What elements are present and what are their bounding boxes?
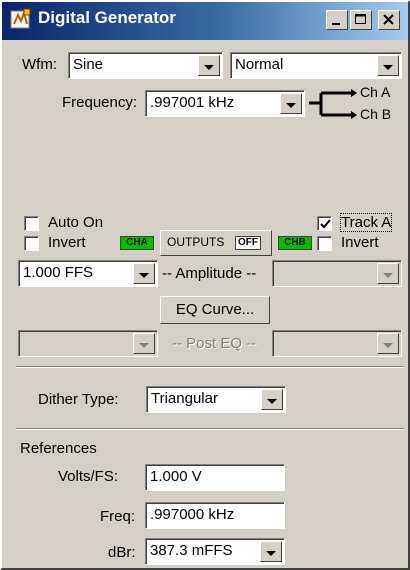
separator-1-highlight <box>16 367 404 368</box>
dither-type-value: Triangular <box>151 390 218 407</box>
dither-type-select[interactable]: Triangular <box>146 386 286 413</box>
dither-dropdown-button[interactable] <box>261 389 283 410</box>
amplitude-field[interactable]: 1.000 FFS <box>18 260 158 287</box>
close-button[interactable] <box>378 10 400 30</box>
post-eq-b-dropdown-button[interactable] <box>377 333 399 354</box>
invert-a-checkbox[interactable] <box>24 236 39 251</box>
track-a-checkbox[interactable] <box>317 216 332 231</box>
amplitude-dropdown-button[interactable] <box>133 263 155 284</box>
waveform-select[interactable]: Sine <box>68 52 223 79</box>
chevron-down-icon <box>139 273 149 278</box>
auto-on-label: Auto On <box>48 214 104 231</box>
chevron-down-icon <box>383 343 393 348</box>
checkmark-icon <box>320 219 331 229</box>
volts-fs-value: 1.000 V <box>150 468 202 485</box>
chevron-down-icon <box>204 65 214 70</box>
amplitude-b-field[interactable] <box>272 260 402 287</box>
chevron-down-icon <box>383 65 393 70</box>
eq-curve-button[interactable]: EQ Curve... <box>160 296 270 324</box>
dbr-value: 387.3 mFFS <box>150 542 233 559</box>
chevron-down-icon <box>266 551 276 556</box>
dbr-field[interactable]: 387.3 mFFS <box>145 538 285 565</box>
waveform-value: Sine <box>73 56 104 73</box>
outputs-button[interactable]: OUTPUTS OFF <box>160 230 272 256</box>
post-eq-label: -- Post EQ -- <box>172 335 257 352</box>
frequency-value: .997001 kHz <box>150 94 235 111</box>
ref-freq-field[interactable]: .997000 kHz <box>145 502 285 529</box>
auto-on-checkbox[interactable] <box>24 216 39 231</box>
invert-b-checkbox[interactable] <box>317 236 332 251</box>
volts-fs-field[interactable]: 1.000 V <box>145 464 285 491</box>
ch-b-label: Ch B <box>360 106 392 122</box>
amplitude-value: 1.000 FFS <box>23 264 94 281</box>
chevron-down-icon <box>267 399 277 404</box>
post-eq-a-field[interactable] <box>18 330 158 357</box>
cha-badge: CHA <box>120 236 154 250</box>
mode-select[interactable]: Normal <box>230 52 402 79</box>
frequency-label: Frequency: <box>62 94 138 111</box>
chb-badge: CHB <box>278 236 312 250</box>
app-icon <box>10 8 32 30</box>
frequency-dropdown-button[interactable] <box>280 93 302 114</box>
waveform-dropdown-button[interactable] <box>198 55 220 76</box>
chevron-down-icon <box>286 103 296 108</box>
track-a-label: Track A <box>339 213 393 232</box>
close-icon <box>383 14 394 25</box>
maximize-icon <box>355 14 366 24</box>
mode-value: Normal <box>235 56 284 73</box>
routing-icon <box>307 85 357 130</box>
amplitude-label: -- Amplitude -- <box>162 265 257 282</box>
chevron-down-icon <box>139 343 149 348</box>
outputs-label: OUTPUTS <box>167 235 225 249</box>
dither-type-label: Dither Type: <box>38 391 119 408</box>
frequency-field[interactable]: .997001 kHz <box>145 90 305 117</box>
dbr-label: dBr: <box>108 544 136 561</box>
maximize-button[interactable] <box>350 10 372 30</box>
post-eq-a-dropdown-button[interactable] <box>133 333 155 354</box>
separator-2-highlight <box>16 429 404 430</box>
chevron-down-icon <box>383 273 393 278</box>
window-title: Digital Generator <box>38 8 176 27</box>
amplitude-b-dropdown-button[interactable] <box>377 263 399 284</box>
volts-fs-label: Volts/FS: <box>58 468 119 485</box>
wfm-label: Wfm: <box>22 56 57 73</box>
dbr-dropdown-button[interactable] <box>260 541 282 562</box>
minimize-button[interactable] <box>326 10 348 30</box>
ref-freq-label: Freq: <box>100 508 136 525</box>
post-eq-b-field[interactable] <box>272 330 402 357</box>
invert-b-label: Invert <box>341 234 379 251</box>
outputs-off-badge: OFF <box>235 236 261 250</box>
ch-a-label: Ch A <box>360 84 391 100</box>
references-title: References <box>20 440 97 457</box>
mode-dropdown-button[interactable] <box>377 55 399 76</box>
ref-freq-value: .997000 kHz <box>150 506 235 523</box>
minimize-icon <box>332 23 340 25</box>
invert-a-label: Invert <box>48 234 86 251</box>
